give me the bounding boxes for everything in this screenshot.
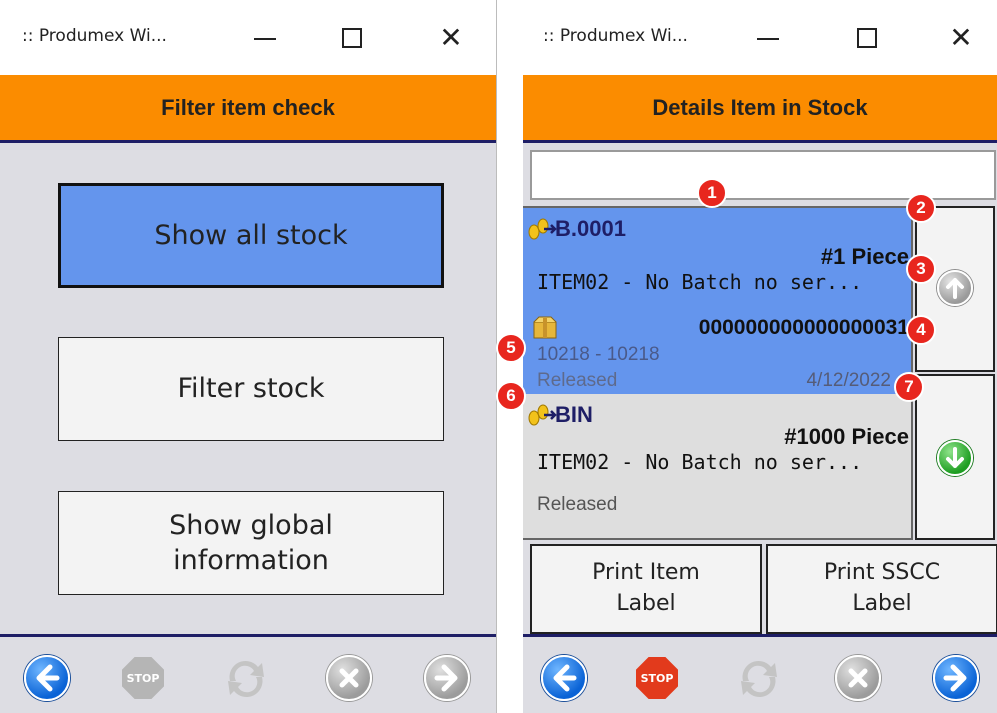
print-sscc-label-button[interactable]: Print SSCC Label bbox=[766, 544, 997, 634]
refresh-icon[interactable] bbox=[218, 651, 274, 707]
maximize-button[interactable] bbox=[330, 18, 376, 58]
forward-arrow-icon[interactable] bbox=[424, 655, 470, 701]
list-item[interactable]: BIN #1000 Piece ITEM02 - No Batch no ser… bbox=[523, 394, 911, 538]
forward-arrow-icon[interactable] bbox=[933, 655, 979, 701]
callout-badge-7: 7 bbox=[894, 372, 924, 402]
scroll-down-button[interactable] bbox=[915, 374, 995, 540]
minimize-icon bbox=[757, 38, 779, 40]
sscc-number: 000000000000000031 bbox=[698, 316, 909, 339]
box-icon bbox=[533, 316, 557, 339]
close-button[interactable]: ✕ bbox=[428, 18, 474, 58]
close-icon: ✕ bbox=[949, 21, 973, 54]
window-filter-item-check: :: Produmex Wi... ✕ Filter item check Sh… bbox=[0, 0, 497, 713]
location-code: BIN bbox=[555, 402, 593, 427]
refresh-icon[interactable] bbox=[731, 651, 787, 707]
window-details-item-in-stock: :: Produmex Wi... ✕ Details Item in Stoc… bbox=[523, 0, 997, 713]
filter-stock-button[interactable]: Filter stock bbox=[58, 337, 444, 441]
arrow-up-icon bbox=[937, 270, 973, 306]
close-button[interactable]: ✕ bbox=[938, 18, 984, 58]
screen-header: Details Item in Stock bbox=[523, 75, 997, 143]
cancel-icon[interactable] bbox=[326, 655, 372, 701]
callout-badge-4: 4 bbox=[906, 315, 936, 345]
cancel-icon[interactable] bbox=[835, 655, 881, 701]
maximize-icon bbox=[342, 28, 362, 48]
maximize-icon bbox=[857, 28, 877, 48]
back-arrow-icon[interactable] bbox=[24, 655, 70, 701]
search-input[interactable] bbox=[530, 150, 996, 200]
expiry-date: 4/12/2022 bbox=[806, 370, 891, 391]
quantity: #1000 Piece bbox=[784, 424, 909, 449]
title-bar: :: Produmex Wi... ✕ bbox=[0, 0, 496, 75]
location-code: B.0001 bbox=[555, 216, 626, 241]
window-title: :: Produmex Wi... bbox=[22, 26, 167, 46]
minimize-icon bbox=[254, 38, 276, 40]
quality-status: Released bbox=[537, 494, 618, 515]
close-icon: ✕ bbox=[439, 21, 463, 54]
quality-status: Released bbox=[537, 370, 618, 391]
stock-item-list[interactable]: B.0001 #1 Piece ITEM02 - No Batch no ser… bbox=[523, 206, 913, 540]
minimize-button[interactable] bbox=[242, 18, 288, 58]
item-description: ITEM02 - No Batch no ser... bbox=[537, 450, 863, 474]
maximize-button[interactable] bbox=[845, 18, 891, 58]
item-description: ITEM02 - No Batch no ser... bbox=[537, 270, 863, 294]
callout-badge-1: 1 bbox=[697, 178, 727, 208]
screen-header-title: Details Item in Stock bbox=[652, 95, 868, 120]
list-item-selected[interactable]: B.0001 #1 Piece ITEM02 - No Batch no ser… bbox=[523, 208, 911, 394]
stop-icon[interactable]: STOP bbox=[636, 657, 678, 699]
screen-header-title: Filter item check bbox=[161, 95, 335, 120]
minimize-button[interactable] bbox=[745, 18, 791, 58]
print-item-label-button[interactable]: Print Item Label bbox=[530, 544, 762, 634]
screen-header: Filter item check bbox=[0, 75, 496, 143]
stop-icon[interactable]: STOP bbox=[122, 657, 164, 699]
quantity: #1 Piece bbox=[820, 244, 909, 269]
title-bar: :: Produmex Wi... ✕ bbox=[523, 0, 997, 75]
show-all-stock-button[interactable]: Show all stock bbox=[58, 183, 444, 288]
back-arrow-icon[interactable] bbox=[541, 655, 587, 701]
footer-toolbar: STOP bbox=[523, 634, 997, 713]
show-global-information-button[interactable]: Show global information bbox=[58, 491, 444, 595]
arrow-down-icon bbox=[937, 440, 973, 476]
window-title: :: Produmex Wi... bbox=[543, 26, 688, 46]
footer-toolbar: STOP bbox=[0, 634, 496, 713]
batch-number: 10218 - 10218 bbox=[537, 344, 660, 365]
callout-badge-2: 2 bbox=[906, 193, 936, 223]
scroll-up-button[interactable] bbox=[915, 206, 995, 372]
callout-badge-3: 3 bbox=[906, 254, 936, 284]
callout-badge-5: 5 bbox=[496, 333, 526, 363]
callout-badge-6: 6 bbox=[496, 381, 526, 411]
